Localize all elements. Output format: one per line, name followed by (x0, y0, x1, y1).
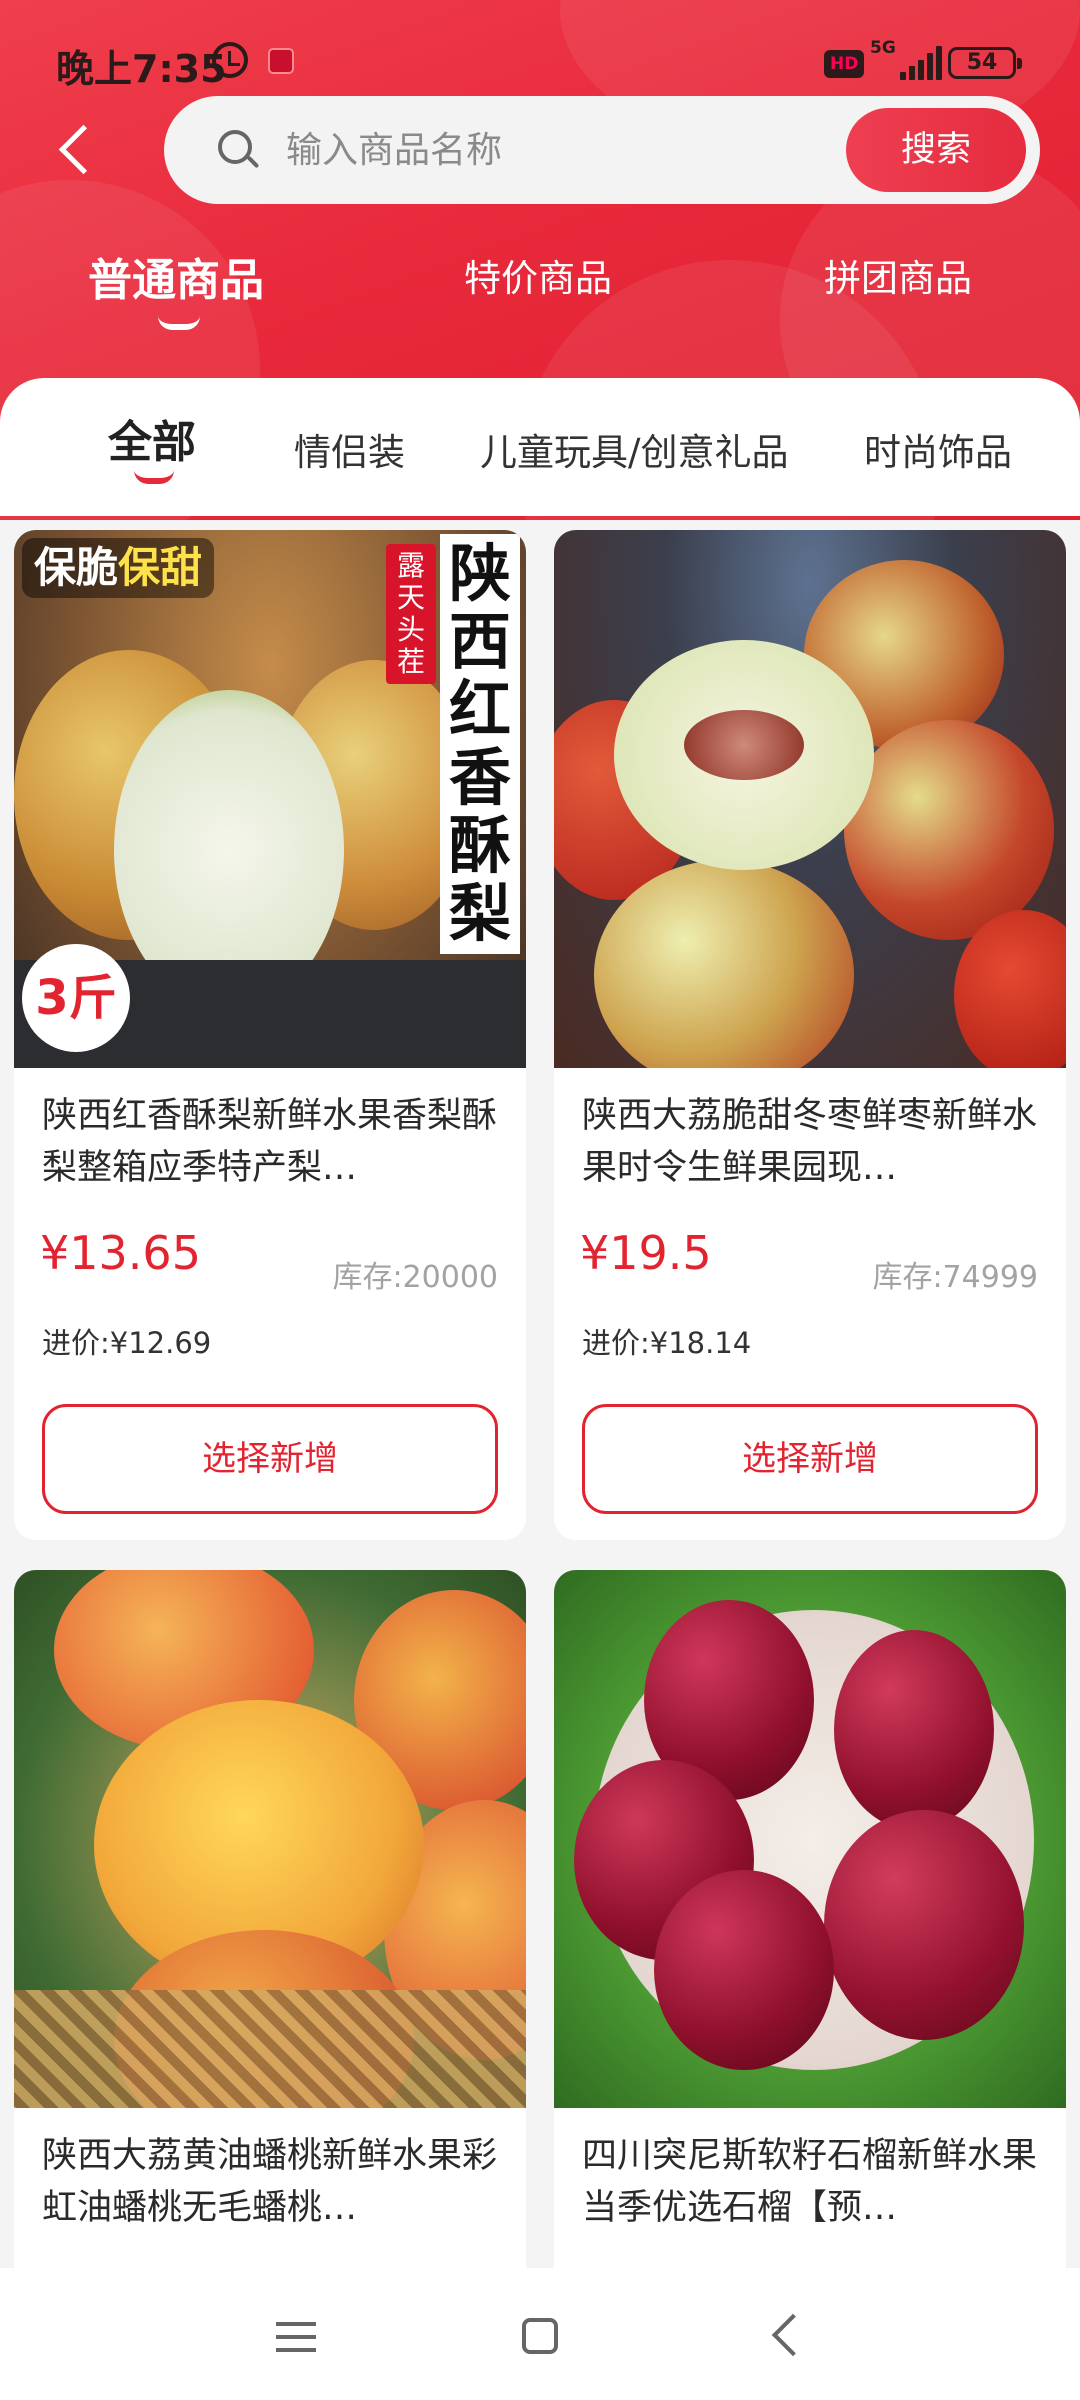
category-all[interactable]: 全部 (108, 406, 196, 470)
select-add-button[interactable]: 选择新增 (42, 1404, 498, 1514)
home-icon[interactable] (522, 2318, 558, 2354)
product-image[interactable] (554, 1570, 1066, 2108)
tab-special-price-products[interactable]: 特价商品 (464, 248, 612, 302)
product-cost-price: 进价:¥12.69 (42, 1326, 212, 1360)
product-card[interactable]: 保脆保甜 露天头茬 陕西红香酥梨 3斤 陕西红香酥梨新鲜水果香梨酥梨整箱应季特产… (14, 530, 526, 1540)
crisp-sweet-badge: 保脆保甜 (22, 538, 215, 598)
category-fashion-accessories[interactable]: 时尚饰品 (864, 422, 1012, 476)
product-image[interactable] (554, 530, 1066, 1068)
network-type: 5G (870, 38, 896, 58)
product-price: ¥19.5 (580, 1226, 712, 1280)
alarm-icon (212, 42, 248, 78)
product-cost-price: 进价:¥18.14 (582, 1326, 752, 1360)
tab-regular-products[interactable]: 普通商品 (88, 244, 264, 308)
product-stock: 库存:74999 (872, 1260, 1038, 1295)
product-card[interactable]: 四川突尼斯软籽石榴新鲜水果当季优选石榴【预… (554, 1570, 1066, 2290)
product-type-tabs: 普通商品 特价商品 拼团商品 (0, 232, 1080, 342)
search-input[interactable] (286, 122, 806, 178)
product-price: ¥13.65 (40, 1226, 201, 1280)
product-image[interactable] (14, 1570, 526, 2108)
search-icon (218, 130, 252, 164)
tab-group-buy-products[interactable]: 拼团商品 (824, 248, 972, 302)
system-navigation-bar (0, 2268, 1080, 2400)
active-tab-indicator (158, 316, 200, 330)
product-card[interactable]: 陕西大荔脆甜冬枣鲜枣新鲜水果时令生鲜果园现… ¥19.5 库存:74999 进价… (554, 530, 1066, 1540)
system-back-icon[interactable] (771, 2313, 815, 2357)
recent-apps-icon[interactable] (276, 2322, 316, 2352)
status-time: 晚上7:35 (56, 47, 227, 91)
search-button[interactable]: 搜索 (846, 108, 1026, 192)
category-toys-gifts[interactable]: 儿童玩具/创意礼品 (480, 422, 788, 476)
battery-icon: 54 (948, 47, 1022, 79)
product-title[interactable]: 陕西大荔黄油蟠桃新鲜水果彩虹油蟠桃无毛蟠桃… (42, 2130, 498, 2234)
signal-icon (900, 44, 944, 80)
product-title[interactable]: 陕西红香酥梨新鲜水果香梨酥梨整箱应季特产梨… (42, 1090, 498, 1194)
back-button[interactable] (48, 122, 108, 182)
category-couple-wear[interactable]: 情侣装 (294, 422, 405, 476)
select-add-button[interactable]: 选择新增 (582, 1404, 1038, 1514)
search-bar: 搜索 (164, 96, 1040, 204)
hd-voice-icon: HD (824, 50, 865, 78)
weight-badge: 3斤 (22, 944, 130, 1052)
category-bar: 全部 情侣装 儿童玩具/创意礼品 时尚饰品 (0, 378, 1080, 516)
first-harvest-seal: 露天头茬 (386, 544, 436, 684)
image-vertical-title: 陕西红香酥梨 (440, 534, 520, 954)
product-title[interactable]: 四川突尼斯软籽石榴新鲜水果当季优选石榴【预… (582, 2130, 1038, 2234)
product-title[interactable]: 陕西大荔脆甜冬枣鲜枣新鲜水果时令生鲜果园现… (582, 1090, 1038, 1194)
active-category-indicator (134, 470, 174, 484)
product-card[interactable]: 陕西大荔黄油蟠桃新鲜水果彩虹油蟠桃无毛蟠桃… (14, 1570, 526, 2290)
app-notification-icon (268, 48, 294, 74)
product-stock: 库存:20000 (332, 1260, 498, 1295)
product-image[interactable]: 保脆保甜 露天头茬 陕西红香酥梨 3斤 (14, 530, 526, 1068)
